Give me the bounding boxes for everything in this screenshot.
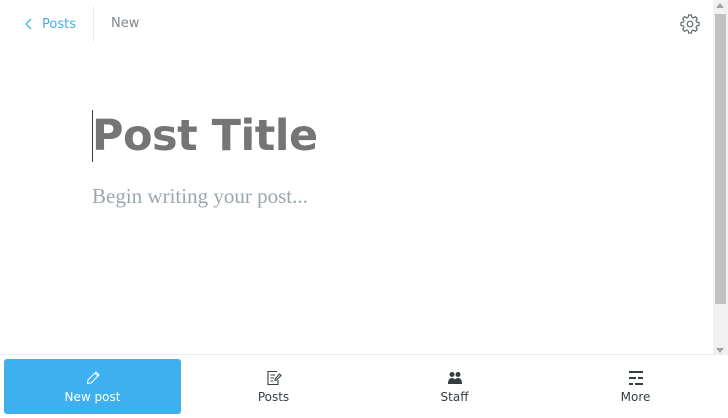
nav-more-label: More: [620, 389, 651, 404]
scroll-down-arrow-icon[interactable]: [716, 348, 724, 353]
bottom-navigation: New post Posts Staff More: [0, 354, 728, 418]
title-field-wrapper: [92, 108, 652, 164]
staff-icon: [447, 371, 462, 384]
scroll-up-arrow-icon[interactable]: [716, 3, 724, 8]
back-link-label: Posts: [42, 16, 76, 32]
header-divider: [93, 6, 94, 42]
back-to-posts-link[interactable]: Posts: [24, 14, 76, 34]
chevron-left-icon: [25, 18, 32, 30]
nav-more[interactable]: More: [547, 359, 724, 414]
more-icon: [628, 370, 643, 385]
post-title-input[interactable]: [92, 108, 652, 164]
editor-header: Posts New: [0, 0, 713, 48]
gear-icon: [680, 14, 700, 34]
nav-posts[interactable]: Posts: [185, 359, 362, 414]
nav-posts-label: Posts: [257, 389, 290, 404]
nav-new-post[interactable]: New post: [4, 359, 181, 414]
vertical-scrollbar[interactable]: [713, 0, 728, 356]
post-editor: Begin writing your post...: [92, 108, 652, 208]
posts-icon: [266, 370, 282, 385]
scroll-thumb[interactable]: [715, 14, 726, 304]
pencil-icon: [86, 370, 100, 384]
nav-staff-label: Staff: [440, 389, 469, 404]
text-caret: [92, 110, 93, 162]
nav-staff[interactable]: Staff: [366, 359, 543, 414]
post-status: New: [111, 16, 140, 31]
nav-new-post-label: New post: [64, 389, 121, 404]
settings-button[interactable]: [680, 14, 700, 34]
post-body-editor[interactable]: Begin writing your post...: [92, 184, 308, 209]
